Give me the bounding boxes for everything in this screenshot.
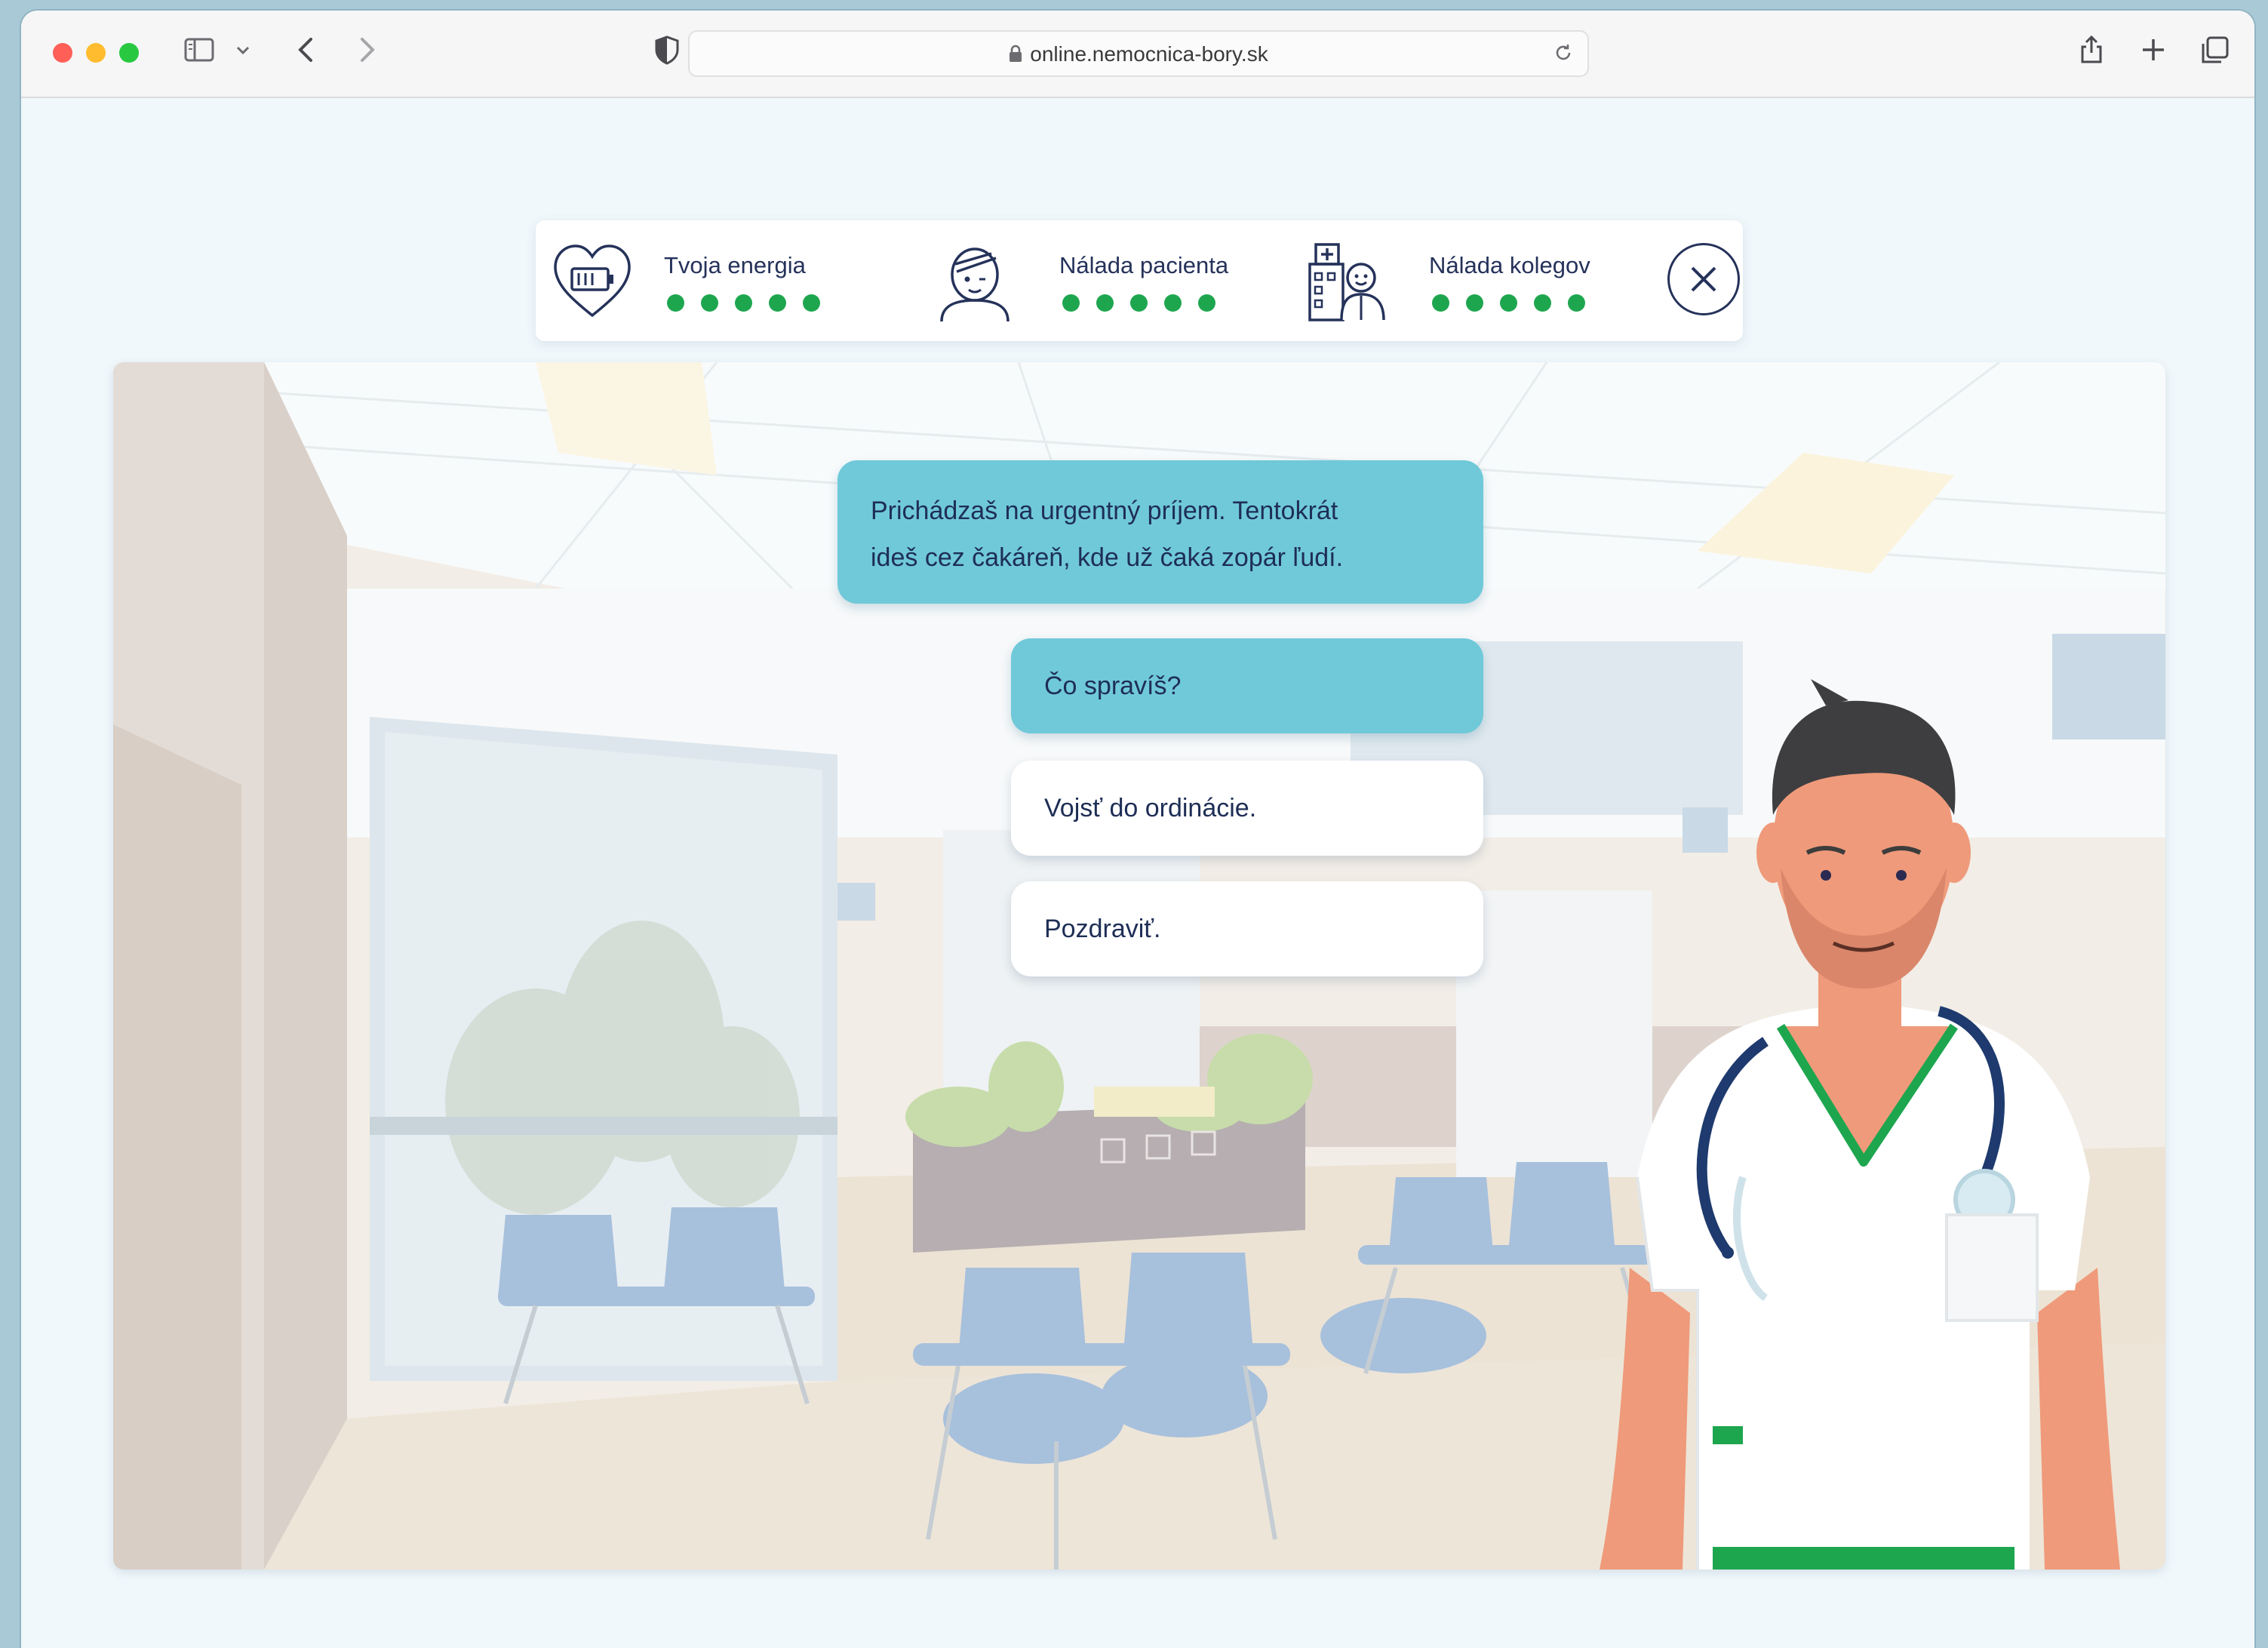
- url-text[interactable]: online.nemocnica-bory.sk: [690, 42, 1587, 66]
- hospital-colleague-icon: [1308, 243, 1385, 321]
- back-icon[interactable]: [291, 33, 321, 66]
- level-dot: [1500, 294, 1517, 312]
- share-icon[interactable]: [2076, 33, 2107, 66]
- browser-toolbar: online.nemocnica-bory.sk: [21, 11, 2254, 98]
- energy-label: Tvoja energia: [664, 252, 806, 278]
- level-dot: [769, 294, 786, 312]
- status-panel: Tvoja energia Nálada pacienta Nálada kol…: [536, 220, 1743, 341]
- level-dot: [1466, 294, 1483, 312]
- minimize-window-button[interactable]: [86, 43, 106, 63]
- level-dot: [1062, 294, 1080, 312]
- level-dot: [1130, 294, 1148, 312]
- new-tab-icon[interactable]: [2138, 33, 2168, 66]
- chevron-down-icon[interactable]: [234, 33, 252, 66]
- address-bar[interactable]: online.nemocnica-bory.sk: [688, 30, 1589, 77]
- level-dot: [1096, 294, 1114, 312]
- level-dot: [1568, 294, 1585, 312]
- tab-overview-icon[interactable]: [2199, 33, 2232, 66]
- level-dot: [803, 294, 820, 312]
- energy-dots: [667, 294, 820, 312]
- browser-window: online.nemocnica-bory.sk Tvoja energia N…: [21, 11, 2254, 1648]
- close-game-button[interactable]: [1667, 243, 1740, 315]
- narration-bubble: Prichádzaš na urgentný príjem. Tentokrát…: [837, 460, 1483, 604]
- question-bubble: Čo spravíš?: [1011, 638, 1483, 733]
- colleagues-dots: [1432, 294, 1585, 312]
- level-dot: [701, 294, 718, 312]
- game-scene: Prichádzaš na urgentný príjem. Tentokrát…: [113, 362, 2165, 1570]
- close-icon: [1691, 266, 1716, 292]
- level-dot: [1198, 294, 1215, 312]
- level-dot: [1432, 294, 1449, 312]
- level-dot: [1164, 294, 1182, 312]
- url-label: online.nemocnica-bory.sk: [1030, 42, 1268, 66]
- narration-line-2: ideš cez čakáreň, kde už čaká zopár ľudí…: [871, 543, 1344, 572]
- colleagues-label: Nálada kolegov: [1429, 252, 1590, 278]
- close-window-button[interactable]: [53, 43, 72, 63]
- option-enter-office-button[interactable]: Vojsť do ordinácie.: [1011, 761, 1483, 856]
- zoom-window-button[interactable]: [119, 43, 139, 63]
- narration-line-1: Prichádzaš na urgentný príjem. Tentokrát: [871, 497, 1338, 525]
- sidebar-toggle-icon[interactable]: [183, 33, 216, 66]
- forward-icon[interactable]: [352, 33, 382, 66]
- privacy-shield-icon[interactable]: [652, 33, 682, 66]
- option-greet-button[interactable]: Pozdraviť.: [1011, 881, 1483, 976]
- level-dot: [735, 294, 752, 312]
- patient-label: Nálada pacienta: [1059, 252, 1229, 278]
- level-dot: [1534, 294, 1551, 312]
- reload-icon[interactable]: [1553, 42, 1574, 63]
- patient-dots: [1062, 294, 1215, 312]
- level-dot: [667, 294, 684, 312]
- patient-icon: [940, 248, 1010, 322]
- heart-battery-icon: [554, 244, 631, 318]
- lock-icon: [1010, 45, 1022, 62]
